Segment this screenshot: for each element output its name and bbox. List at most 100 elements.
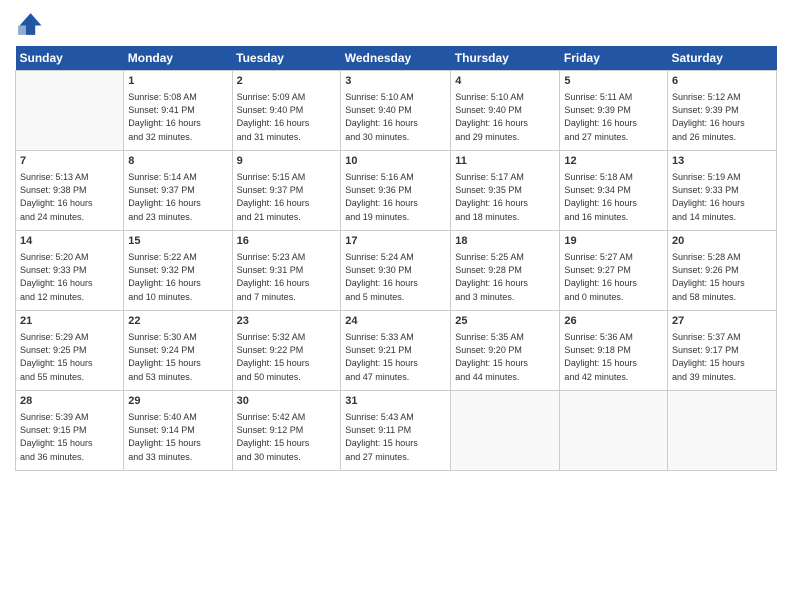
day-info: Sunrise: 5:20 AM Sunset: 9:33 PM Dayligh… <box>20 251 119 303</box>
day-number: 4 <box>455 74 555 89</box>
weekday-header-saturday: Saturday <box>668 46 777 71</box>
calendar-cell: 7 Sunrise: 5:13 AM Sunset: 9:38 PM Daylig… <box>16 151 124 231</box>
day-info: Sunrise: 5:08 AM Sunset: 9:41 PM Dayligh… <box>128 91 227 143</box>
day-info: Sunrise: 5:43 AM Sunset: 9:11 PM Dayligh… <box>345 411 446 463</box>
weekday-header-friday: Friday <box>560 46 668 71</box>
day-number: 6 <box>672 74 772 89</box>
day-info: Sunrise: 5:30 AM Sunset: 9:24 PM Dayligh… <box>128 331 227 383</box>
day-info: Sunrise: 5:09 AM Sunset: 9:40 PM Dayligh… <box>237 91 337 143</box>
week-row-5: 28Sunrise: 5:39 AM Sunset: 9:15 PM Dayli… <box>16 391 777 471</box>
weekday-header-monday: Monday <box>124 46 232 71</box>
calendar-cell: 20 Sunrise: 5:28 AM Sunset: 9:26 PM Dayli… <box>668 231 777 311</box>
day-info: Sunrise: 5:35 AM Sunset: 9:20 PM Dayligh… <box>455 331 555 383</box>
calendar-table: SundayMondayTuesdayWednesdayThursdayFrid… <box>15 46 777 471</box>
day-number: 28 <box>20 394 119 409</box>
day-number: 21 <box>20 314 119 329</box>
day-number: 25 <box>455 314 555 329</box>
day-number: 29 <box>128 394 227 409</box>
day-number: 3 <box>345 74 446 89</box>
day-number: 16 <box>237 234 337 249</box>
day-number: 20 <box>672 234 772 249</box>
weekday-header-sunday: Sunday <box>16 46 124 71</box>
day-number: 15 <box>128 234 227 249</box>
calendar-cell: 17Sunrise: 5:24 AM Sunset: 9:30 PM Dayli… <box>341 231 451 311</box>
day-number: 8 <box>128 154 227 169</box>
calendar-cell: 25 Sunrise: 5:35 AM Sunset: 9:20 PM Dayli… <box>451 311 560 391</box>
day-info: Sunrise: 5:19 AM Sunset: 9:33 PM Dayligh… <box>672 171 772 223</box>
calendar-cell: 15 Sunrise: 5:22 AM Sunset: 9:32 PM Dayli… <box>124 231 232 311</box>
day-info: Sunrise: 5:14 AM Sunset: 9:37 PM Dayligh… <box>128 171 227 223</box>
header <box>15 10 777 38</box>
day-number: 27 <box>672 314 772 329</box>
day-info: Sunrise: 5:32 AM Sunset: 9:22 PM Dayligh… <box>237 331 337 383</box>
day-info: Sunrise: 5:36 AM Sunset: 9:18 PM Dayligh… <box>564 331 663 383</box>
weekday-header-tuesday: Tuesday <box>232 46 341 71</box>
calendar-header: SundayMondayTuesdayWednesdayThursdayFrid… <box>16 46 777 71</box>
calendar-cell: 2 Sunrise: 5:09 AM Sunset: 9:40 PM Daylig… <box>232 71 341 151</box>
weekday-header-wednesday: Wednesday <box>341 46 451 71</box>
week-row-4: 21 Sunrise: 5:29 AM Sunset: 9:25 PM Dayli… <box>16 311 777 391</box>
page: SundayMondayTuesdayWednesdayThursdayFrid… <box>0 0 792 612</box>
day-info: Sunrise: 5:16 AM Sunset: 9:36 PM Dayligh… <box>345 171 446 223</box>
day-info: Sunrise: 5:13 AM Sunset: 9:38 PM Dayligh… <box>20 171 119 223</box>
calendar-cell: 28Sunrise: 5:39 AM Sunset: 9:15 PM Dayli… <box>16 391 124 471</box>
day-info: Sunrise: 5:27 AM Sunset: 9:27 PM Dayligh… <box>564 251 663 303</box>
calendar-cell: 1 Sunrise: 5:08 AM Sunset: 9:41 PM Daylig… <box>124 71 232 151</box>
calendar-cell: 26 Sunrise: 5:36 AM Sunset: 9:18 PM Dayli… <box>560 311 668 391</box>
week-row-1: 1 Sunrise: 5:08 AM Sunset: 9:41 PM Daylig… <box>16 71 777 151</box>
day-number: 17 <box>345 234 446 249</box>
day-number: 31 <box>345 394 446 409</box>
day-info: Sunrise: 5:23 AM Sunset: 9:31 PM Dayligh… <box>237 251 337 303</box>
day-number: 11 <box>455 154 555 169</box>
day-number: 23 <box>237 314 337 329</box>
calendar-cell <box>451 391 560 471</box>
day-info: Sunrise: 5:22 AM Sunset: 9:32 PM Dayligh… <box>128 251 227 303</box>
day-number: 5 <box>564 74 663 89</box>
calendar-cell: 8 Sunrise: 5:14 AM Sunset: 9:37 PM Daylig… <box>124 151 232 231</box>
calendar-cell: 13 Sunrise: 5:19 AM Sunset: 9:33 PM Dayli… <box>668 151 777 231</box>
calendar-cell: 5 Sunrise: 5:11 AM Sunset: 9:39 PM Daylig… <box>560 71 668 151</box>
calendar-cell: 29 Sunrise: 5:40 AM Sunset: 9:14 PM Dayli… <box>124 391 232 471</box>
day-number: 13 <box>672 154 772 169</box>
calendar-cell: 22Sunrise: 5:30 AM Sunset: 9:24 PM Dayli… <box>124 311 232 391</box>
calendar-cell <box>668 391 777 471</box>
calendar-cell: 14 Sunrise: 5:20 AM Sunset: 9:33 PM Dayli… <box>16 231 124 311</box>
calendar-cell: 10Sunrise: 5:16 AM Sunset: 9:36 PM Dayli… <box>341 151 451 231</box>
day-number: 24 <box>345 314 446 329</box>
calendar-cell: 16 Sunrise: 5:23 AM Sunset: 9:31 PM Dayli… <box>232 231 341 311</box>
calendar-cell: 24Sunrise: 5:33 AM Sunset: 9:21 PM Dayli… <box>341 311 451 391</box>
day-info: Sunrise: 5:18 AM Sunset: 9:34 PM Dayligh… <box>564 171 663 223</box>
day-number: 14 <box>20 234 119 249</box>
week-row-3: 14 Sunrise: 5:20 AM Sunset: 9:33 PM Dayli… <box>16 231 777 311</box>
day-info: Sunrise: 5:11 AM Sunset: 9:39 PM Dayligh… <box>564 91 663 143</box>
day-number: 7 <box>20 154 119 169</box>
day-number: 2 <box>237 74 337 89</box>
day-info: Sunrise: 5:28 AM Sunset: 9:26 PM Dayligh… <box>672 251 772 303</box>
calendar-cell: 21 Sunrise: 5:29 AM Sunset: 9:25 PM Dayli… <box>16 311 124 391</box>
day-info: Sunrise: 5:25 AM Sunset: 9:28 PM Dayligh… <box>455 251 555 303</box>
calendar-cell: 12Sunrise: 5:18 AM Sunset: 9:34 PM Dayli… <box>560 151 668 231</box>
day-info: Sunrise: 5:15 AM Sunset: 9:37 PM Dayligh… <box>237 171 337 223</box>
day-info: Sunrise: 5:12 AM Sunset: 9:39 PM Dayligh… <box>672 91 772 143</box>
calendar-cell: 23 Sunrise: 5:32 AM Sunset: 9:22 PM Dayli… <box>232 311 341 391</box>
day-info: Sunrise: 5:29 AM Sunset: 9:25 PM Dayligh… <box>20 331 119 383</box>
day-number: 9 <box>237 154 337 169</box>
logo-icon <box>15 10 43 38</box>
day-number: 26 <box>564 314 663 329</box>
day-info: Sunrise: 5:40 AM Sunset: 9:14 PM Dayligh… <box>128 411 227 463</box>
calendar-body: 1 Sunrise: 5:08 AM Sunset: 9:41 PM Daylig… <box>16 71 777 471</box>
calendar-cell <box>560 391 668 471</box>
calendar-cell: 6 Sunrise: 5:12 AM Sunset: 9:39 PM Daylig… <box>668 71 777 151</box>
day-number: 1 <box>128 74 227 89</box>
day-number: 30 <box>237 394 337 409</box>
day-info: Sunrise: 5:10 AM Sunset: 9:40 PM Dayligh… <box>345 91 446 143</box>
day-info: Sunrise: 5:17 AM Sunset: 9:35 PM Dayligh… <box>455 171 555 223</box>
logo <box>15 10 45 38</box>
calendar-cell: 4Sunrise: 5:10 AM Sunset: 9:40 PM Daylig… <box>451 71 560 151</box>
day-info: Sunrise: 5:37 AM Sunset: 9:17 PM Dayligh… <box>672 331 772 383</box>
day-info: Sunrise: 5:42 AM Sunset: 9:12 PM Dayligh… <box>237 411 337 463</box>
calendar-cell: 19Sunrise: 5:27 AM Sunset: 9:27 PM Dayli… <box>560 231 668 311</box>
week-row-2: 7 Sunrise: 5:13 AM Sunset: 9:38 PM Daylig… <box>16 151 777 231</box>
calendar-cell: 9 Sunrise: 5:15 AM Sunset: 9:37 PM Daylig… <box>232 151 341 231</box>
calendar-cell: 18Sunrise: 5:25 AM Sunset: 9:28 PM Dayli… <box>451 231 560 311</box>
